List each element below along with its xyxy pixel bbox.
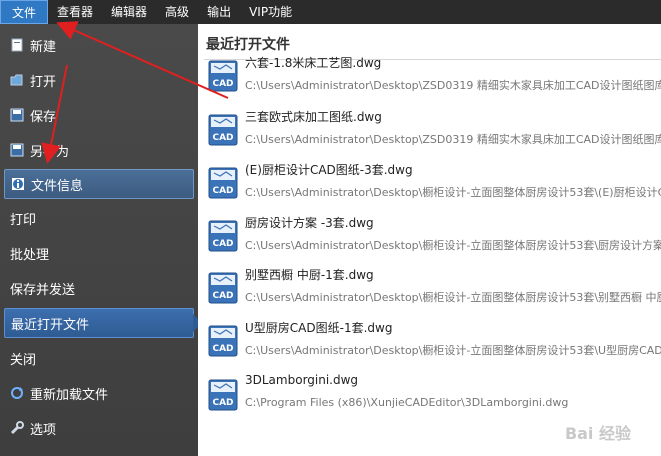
file-path: C:\Users\Administrator\Desktop\ZSD0319 精… bbox=[245, 133, 661, 146]
recent-file-item[interactable]: CAD 别墅西橱 中厨-1套.dwg C:\Users\Administrator\… bbox=[208, 266, 661, 310]
sidebar-item-label: 保存 bbox=[30, 109, 57, 125]
sidebar-item-open[interactable]: 打开 bbox=[4, 65, 194, 95]
svg-text:CAD: CAD bbox=[212, 186, 233, 196]
file-path: C:\Users\Administrator\Desktop\ZSD0319 精… bbox=[245, 79, 661, 92]
reload-icon bbox=[10, 386, 24, 400]
save-icon bbox=[10, 108, 24, 122]
svg-text:CAD: CAD bbox=[212, 79, 233, 89]
recent-file-item[interactable]: CAD 3DLamborgini.dwg C:\Program Files (x86… bbox=[208, 373, 658, 417]
file-path: C:\Program Files (x86)\XunjieCADEditor\3… bbox=[245, 396, 569, 409]
svg-text:CAD: CAD bbox=[212, 133, 233, 143]
sidebar-item-label: 最近打开文件 bbox=[11, 317, 90, 333]
cad-file-icon: CAD bbox=[208, 220, 238, 252]
sidebar-item-label: 新建 bbox=[30, 39, 57, 55]
sidebar-item-label: 重新加载文件 bbox=[30, 387, 109, 403]
menu-advanced[interactable]: 高级 bbox=[156, 0, 198, 24]
file-name[interactable]: 3DLamborgini.dwg bbox=[245, 373, 358, 387]
cad-file-icon: CAD bbox=[208, 167, 238, 199]
sidebar-item-reload[interactable]: 重新加载文件 bbox=[4, 378, 194, 408]
file-name[interactable]: U型厨房CAD图纸-1套.dwg bbox=[245, 319, 392, 336]
svg-text:CAD: CAD bbox=[212, 239, 233, 249]
file-name[interactable]: 别墅西橱 中厨-1套.dwg bbox=[245, 266, 374, 283]
menu-vip[interactable]: VIP功能 bbox=[240, 0, 301, 24]
sidebar-item-label: 关闭 bbox=[10, 352, 37, 368]
recent-file-item[interactable]: CAD 厨房设计方案 -3套.dwg C:\Users\Administrator\… bbox=[208, 214, 661, 258]
file-name[interactable]: 六套-1.8米床工艺图.dwg bbox=[245, 54, 381, 71]
sidebar-item-save-as[interactable]: 另存为 bbox=[4, 135, 194, 165]
sidebar-item-label: 打印 bbox=[10, 212, 37, 228]
cad-file-icon: CAD bbox=[208, 325, 238, 357]
file-sidebar: 新建 打开 保存 另存为 文件信息 打印 批处理 保存并发送 最近打开文件 关闭 bbox=[0, 24, 202, 456]
watermark: Bai 经验 bbox=[564, 424, 631, 443]
sidebar-item-label: 文件信息 bbox=[31, 178, 84, 194]
save-as-icon bbox=[10, 143, 24, 157]
sidebar-item-new[interactable]: 新建 bbox=[4, 30, 194, 60]
file-path: C:\Users\Administrator\Desktop\橱柜设计-立面图整… bbox=[245, 186, 661, 199]
menu-bar: 文件 查看器 编辑器 高级 输出 VIP功能 bbox=[0, 0, 661, 24]
open-folder-icon bbox=[10, 73, 24, 87]
sidebar-item-batch[interactable]: 批处理 bbox=[4, 238, 194, 268]
sidebar-item-save[interactable]: 保存 bbox=[4, 100, 194, 130]
sidebar-item-print[interactable]: 打印 bbox=[4, 203, 194, 233]
svg-text:CAD: CAD bbox=[212, 344, 233, 354]
page-title: 最近打开文件 bbox=[206, 37, 290, 53]
file-name[interactable]: 厨房设计方案 -3套.dwg bbox=[245, 214, 374, 231]
menu-editor[interactable]: 编辑器 bbox=[102, 0, 156, 24]
wrench-icon bbox=[10, 421, 24, 435]
recent-file-item[interactable]: CAD 三套欧式床加工图纸.dwg C:\Users\Administrator\D… bbox=[208, 108, 661, 152]
info-icon bbox=[11, 177, 25, 191]
sidebar-item-file-info[interactable]: 文件信息 bbox=[4, 169, 194, 199]
sidebar-item-close[interactable]: 关闭 bbox=[4, 343, 194, 373]
sidebar-item-options[interactable]: 选项 bbox=[4, 413, 194, 443]
cad-file-icon: CAD bbox=[208, 60, 238, 92]
file-name[interactable]: (E)厨柜设计CAD图纸-3套.dwg bbox=[245, 161, 413, 178]
recent-files-panel: 最近打开文件 CAD 六套-1.8米床工艺图.dwg C:\Users\Admini… bbox=[198, 24, 661, 456]
sidebar-item-label: 选项 bbox=[30, 422, 57, 438]
sidebar-item-save-send[interactable]: 保存并发送 bbox=[4, 273, 194, 303]
recent-file-item[interactable]: CAD (E)厨柜设计CAD图纸-3套.dwg C:\Users\Administr… bbox=[208, 161, 661, 205]
menu-file[interactable]: 文件 bbox=[0, 0, 49, 24]
sidebar-item-recent[interactable]: 最近打开文件 bbox=[4, 308, 202, 338]
new-file-icon bbox=[10, 38, 24, 52]
svg-text:CAD: CAD bbox=[212, 398, 233, 408]
recent-file-item[interactable]: CAD 六套-1.8米床工艺图.dwg C:\Users\Administrator… bbox=[208, 54, 661, 98]
recent-file-item[interactable]: CAD U型厨房CAD图纸-1套.dwg C:\Users\Administrato… bbox=[208, 319, 661, 363]
file-path: C:\Users\Administrator\Desktop\橱柜设计-立面图整… bbox=[245, 291, 661, 304]
menu-output[interactable]: 输出 bbox=[198, 0, 240, 24]
sidebar-item-label: 批处理 bbox=[10, 247, 50, 263]
file-path: C:\Users\Administrator\Desktop\橱柜设计-立面图整… bbox=[245, 239, 661, 252]
file-path: C:\Users\Administrator\Desktop\橱柜设计-立面图整… bbox=[245, 344, 661, 357]
menu-viewer[interactable]: 查看器 bbox=[48, 0, 102, 24]
sidebar-item-label: 打开 bbox=[30, 74, 57, 90]
file-name[interactable]: 三套欧式床加工图纸.dwg bbox=[245, 108, 382, 125]
cad-file-icon: CAD bbox=[208, 379, 238, 411]
sidebar-item-label: 另存为 bbox=[30, 144, 70, 160]
cad-file-icon: CAD bbox=[208, 114, 238, 146]
svg-text:CAD: CAD bbox=[212, 291, 233, 301]
cad-file-icon: CAD bbox=[208, 272, 238, 304]
sidebar-item-label: 保存并发送 bbox=[10, 282, 76, 298]
